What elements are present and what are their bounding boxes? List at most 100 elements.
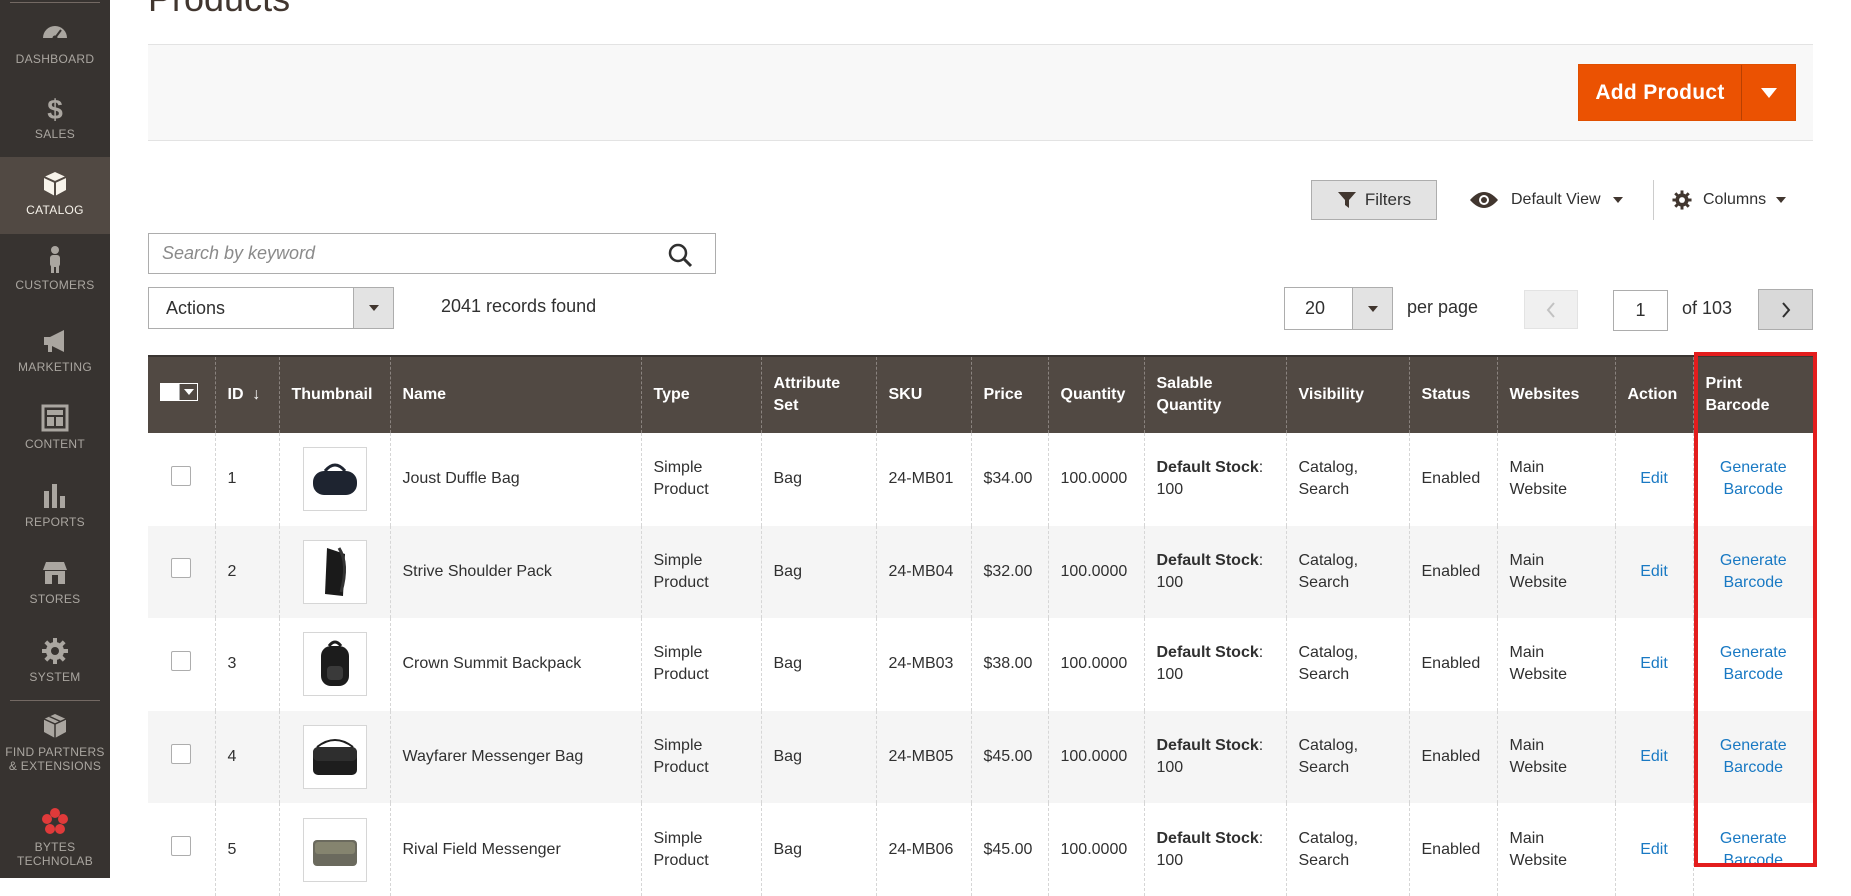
table-row[interactable]: 3 Crown Summit Backpack Simple Product B… bbox=[148, 618, 1813, 711]
product-type: Simple Product bbox=[653, 737, 709, 777]
generate-barcode-link[interactable]: Generate Barcode bbox=[1720, 459, 1787, 498]
cell-type: Simple Product bbox=[640, 710, 761, 804]
cell-type: Simple Product bbox=[640, 618, 761, 711]
sidebar-item-content[interactable]: CONTENT bbox=[0, 399, 110, 476]
cell-action: Edit bbox=[1614, 525, 1693, 619]
cell-type: Simple Product bbox=[640, 433, 761, 526]
sidebar-item-find-partners[interactable]: FIND PARTNERS & EXTENSIONS bbox=[0, 707, 110, 787]
cell-visibility: Catalog, Search bbox=[1285, 433, 1409, 526]
stock-label: Default Stock bbox=[1156, 551, 1259, 569]
stock-label: Default Stock bbox=[1156, 644, 1259, 662]
add-product-dropdown-toggle[interactable] bbox=[1741, 65, 1795, 120]
cell-action: Edit bbox=[1614, 803, 1693, 896]
column-header-websites[interactable]: Websites bbox=[1496, 355, 1615, 433]
product-quantity: 100.0000 bbox=[1060, 655, 1128, 673]
next-page-button[interactable] bbox=[1758, 289, 1813, 330]
column-header-type[interactable]: Type bbox=[640, 355, 761, 433]
product-id: 1 bbox=[227, 470, 237, 488]
edit-link[interactable]: Edit bbox=[1640, 841, 1668, 858]
product-websites: Main Website bbox=[1509, 644, 1568, 684]
cell-price: $38.00 bbox=[970, 618, 1048, 711]
edit-link[interactable]: Edit bbox=[1640, 748, 1668, 765]
columns-dropdown[interactable]: Columns bbox=[1671, 183, 1787, 217]
cell-attribute-set: Bag bbox=[760, 618, 876, 711]
generate-barcode-link[interactable]: Generate Barcode bbox=[1720, 830, 1787, 869]
sidebar-item-reports[interactable]: REPORTS bbox=[0, 477, 110, 554]
cell-status: Enabled bbox=[1408, 433, 1497, 526]
messenger-bag-thumbnail-icon bbox=[312, 739, 357, 776]
product-thumbnail[interactable] bbox=[302, 725, 367, 790]
sidebar-item-stores[interactable]: STORES bbox=[0, 554, 110, 631]
cell-id: 4 bbox=[214, 710, 279, 804]
column-header-price[interactable]: Price bbox=[970, 355, 1048, 433]
sidebar-item-system[interactable]: SYSTEM bbox=[0, 632, 110, 709]
product-thumbnail[interactable] bbox=[302, 632, 367, 697]
sort-down-icon: ↓ bbox=[252, 386, 261, 403]
column-header-visibility[interactable]: Visibility bbox=[1285, 355, 1409, 433]
product-thumbnail[interactable] bbox=[302, 539, 367, 604]
cell-attribute-set: Bag bbox=[760, 433, 876, 526]
row-checkbox[interactable] bbox=[171, 558, 192, 579]
actions-toggle[interactable] bbox=[353, 288, 393, 328]
sidebar-item-bytes-technolab[interactable]: BYTES TECHNOLAB bbox=[0, 800, 110, 878]
mass-select-toggle[interactable] bbox=[179, 384, 197, 400]
product-sku: 24-MB04 bbox=[888, 562, 954, 580]
search-input[interactable] bbox=[149, 234, 649, 273]
product-quantity: 100.0000 bbox=[1060, 748, 1128, 766]
per-page-select[interactable]: 20 bbox=[1284, 287, 1393, 330]
row-checkbox[interactable] bbox=[171, 465, 192, 486]
column-header-quantity[interactable]: Quantity bbox=[1047, 355, 1144, 433]
product-name: Joust Duffle Bag bbox=[402, 470, 520, 488]
generate-barcode-link[interactable]: Generate Barcode bbox=[1720, 552, 1787, 591]
default-view-dropdown[interactable]: Default View bbox=[1469, 183, 1623, 217]
row-checkbox[interactable] bbox=[171, 836, 192, 857]
product-thumbnail[interactable] bbox=[302, 447, 367, 512]
page-title: Products bbox=[148, 0, 290, 20]
column-header-id[interactable]: ID ↓ bbox=[214, 355, 279, 433]
column-header-status[interactable]: Status bbox=[1408, 355, 1497, 433]
mass-select-header bbox=[148, 355, 215, 433]
generate-barcode-link[interactable]: Generate Barcode bbox=[1720, 644, 1787, 683]
table-row[interactable]: 1 Joust Duffle Bag Simple Product Bag 24… bbox=[148, 433, 1813, 526]
edit-link[interactable]: Edit bbox=[1640, 655, 1668, 672]
backpack-thumbnail-icon bbox=[320, 641, 349, 687]
toolbar-divider bbox=[1653, 180, 1654, 220]
product-visibility: Catalog, Search bbox=[1298, 551, 1359, 591]
table-row[interactable]: 4 Wayfarer Messenger Bag Simple Product … bbox=[148, 710, 1813, 804]
row-checkbox[interactable] bbox=[171, 650, 192, 671]
mass-select-box[interactable] bbox=[161, 384, 179, 400]
generate-barcode-link[interactable]: Generate Barcode bbox=[1720, 737, 1787, 776]
cell-sku: 24-MB05 bbox=[875, 710, 971, 804]
product-websites: Main Website bbox=[1509, 459, 1568, 499]
sidebar-item-label: REPORTS bbox=[25, 515, 85, 529]
row-checkbox[interactable] bbox=[171, 743, 192, 764]
cell-quantity: 100.0000 bbox=[1047, 803, 1144, 896]
table-row[interactable]: 5 Rival Field Messenger Simple Product B… bbox=[148, 803, 1813, 896]
previous-page-button[interactable] bbox=[1524, 290, 1578, 329]
sidebar-item-customers[interactable]: CUSTOMERS bbox=[0, 240, 110, 317]
flower-logo-icon bbox=[42, 808, 68, 834]
column-header-sku[interactable]: SKU bbox=[875, 355, 971, 433]
mass-actions-dropdown[interactable]: Actions bbox=[148, 287, 394, 329]
column-header-attribute-set[interactable]: Attribute Set bbox=[760, 355, 876, 433]
edit-link[interactable]: Edit bbox=[1640, 563, 1668, 580]
table-row[interactable]: 2 Strive Shoulder Pack Simple Product Ba… bbox=[148, 525, 1813, 619]
column-header-label: Visibility bbox=[1298, 386, 1365, 403]
per-page-toggle[interactable] bbox=[1352, 288, 1392, 329]
current-page-input[interactable] bbox=[1613, 290, 1668, 331]
edit-link[interactable]: Edit bbox=[1640, 470, 1668, 487]
search-icon[interactable] bbox=[667, 242, 693, 268]
add-product-label[interactable]: Add Product bbox=[1579, 65, 1741, 120]
sidebar-item-sales[interactable]: $ SALES bbox=[0, 85, 110, 162]
product-visibility: Catalog, Search bbox=[1298, 829, 1359, 869]
mass-select-checkbox[interactable] bbox=[160, 383, 198, 401]
sidebar-item-marketing[interactable]: MARKETING bbox=[0, 320, 110, 397]
add-product-button[interactable]: Add Product bbox=[1578, 64, 1796, 121]
column-header-name[interactable]: Name bbox=[389, 355, 641, 433]
product-thumbnail[interactable] bbox=[302, 817, 367, 882]
sidebar-item-dashboard[interactable]: DASHBOARD bbox=[0, 8, 110, 85]
admin-sidebar: DASHBOARD $ SALES CATALOG CUSTOMERS MARK… bbox=[0, 0, 110, 878]
sidebar-item-catalog[interactable]: CATALOG bbox=[0, 157, 110, 234]
filters-button[interactable]: Filters bbox=[1311, 180, 1437, 220]
product-price: $38.00 bbox=[983, 655, 1033, 673]
